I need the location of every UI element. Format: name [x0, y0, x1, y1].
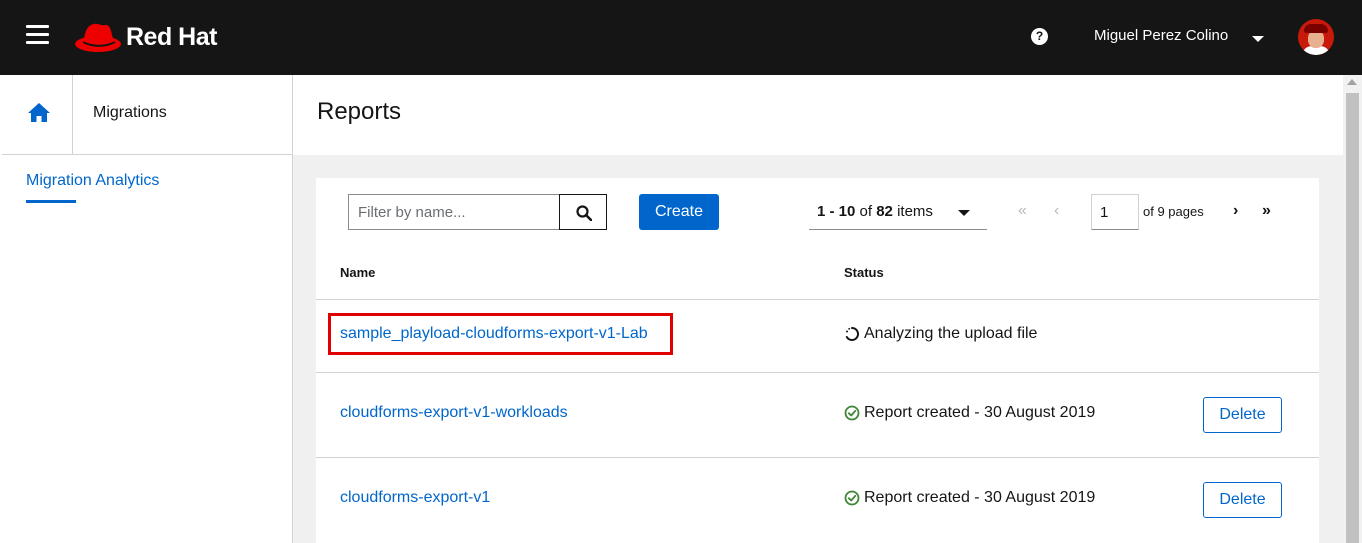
caret-down-icon — [958, 210, 970, 216]
brand-name: Red Hat — [126, 22, 217, 51]
home-button[interactable] — [2, 75, 73, 154]
home-icon — [28, 103, 50, 122]
page-title: Reports — [317, 98, 402, 125]
scrollbar-thumb[interactable] — [1346, 93, 1359, 543]
delete-button[interactable]: Delete — [1203, 397, 1282, 433]
per-page-range: 1 - 10 — [817, 203, 856, 220]
caret-down-icon[interactable] — [1252, 36, 1264, 42]
sidebar-item-migration-analytics[interactable]: Migration Analytics — [26, 172, 159, 190]
column-header-status: Status — [844, 265, 884, 280]
main-content: Reports Create 1 - 10 of 82 items « ‹ of… — [293, 75, 1343, 543]
last-page-icon[interactable]: » — [1262, 202, 1271, 220]
check-circle-icon — [844, 490, 860, 506]
current-page-input[interactable] — [1091, 194, 1139, 230]
table-row: cloudforms-export-v1-workloads Report cr… — [316, 372, 1319, 457]
report-name-link[interactable]: sample_playload-cloudforms-export-v1-Lab — [340, 325, 648, 343]
check-circle-icon — [844, 405, 860, 421]
hamburger-menu-icon[interactable] — [26, 25, 49, 45]
report-status: Report created - 30 August 2019 — [844, 404, 1095, 422]
brand-logo[interactable]: Red Hat — [74, 18, 217, 56]
search-button[interactable] — [559, 194, 607, 230]
delete-button[interactable]: Delete — [1203, 482, 1282, 518]
scroll-up-icon[interactable] — [1347, 79, 1357, 85]
sidebar-section-migrations[interactable]: Migrations — [93, 104, 167, 122]
sidebar: Migrations Migration Analytics — [2, 75, 293, 543]
filter-by-name-input[interactable] — [348, 194, 560, 230]
reports-card: Create 1 - 10 of 82 items « ‹ of 9 pages… — [316, 178, 1319, 543]
column-header-name: Name — [340, 265, 376, 280]
spinner-icon — [845, 327, 859, 341]
per-page-label: 1 - 10 of 82 items — [817, 203, 933, 220]
report-status: Analyzing the upload file — [844, 325, 1037, 343]
user-menu-name[interactable]: Miguel Perez Colino — [1094, 27, 1228, 44]
first-page-icon[interactable]: « — [1018, 202, 1027, 220]
vertical-scrollbar[interactable] — [1343, 75, 1362, 543]
masthead: Red Hat ? Miguel Perez Colino — [0, 0, 1362, 75]
table-row: sample_playload-cloudforms-export-v1-Lab… — [316, 299, 1319, 372]
per-page-dropdown[interactable]: 1 - 10 of 82 items — [809, 194, 987, 230]
per-page-of: of — [859, 203, 873, 220]
table-row: cloudforms-export-v1 Report created - 30… — [316, 457, 1319, 543]
question-circle-icon[interactable]: ? — [1031, 28, 1048, 45]
sidebar-header: Migrations — [2, 75, 292, 155]
status-text: Report created - 30 August 2019 — [864, 404, 1096, 421]
active-nav-indicator — [26, 200, 76, 203]
create-button[interactable]: Create — [639, 194, 719, 230]
report-name-link[interactable]: cloudforms-export-v1 — [340, 489, 490, 507]
total-pages-label: of 9 pages — [1143, 204, 1204, 219]
avatar[interactable] — [1298, 19, 1334, 55]
report-status: Report created - 30 August 2019 — [844, 489, 1095, 507]
next-page-icon[interactable]: › — [1233, 202, 1238, 220]
red-hat-logo-icon — [75, 23, 121, 52]
page-header: Reports — [293, 75, 1343, 155]
search-icon — [576, 205, 592, 221]
status-text: Analyzing the upload file — [864, 325, 1038, 342]
per-page-items: items — [897, 203, 933, 220]
report-name-link[interactable]: cloudforms-export-v1-workloads — [340, 404, 568, 422]
per-page-total: 82 — [876, 203, 893, 220]
status-text: Report created - 30 August 2019 — [864, 489, 1096, 506]
previous-page-icon[interactable]: ‹ — [1054, 202, 1059, 220]
